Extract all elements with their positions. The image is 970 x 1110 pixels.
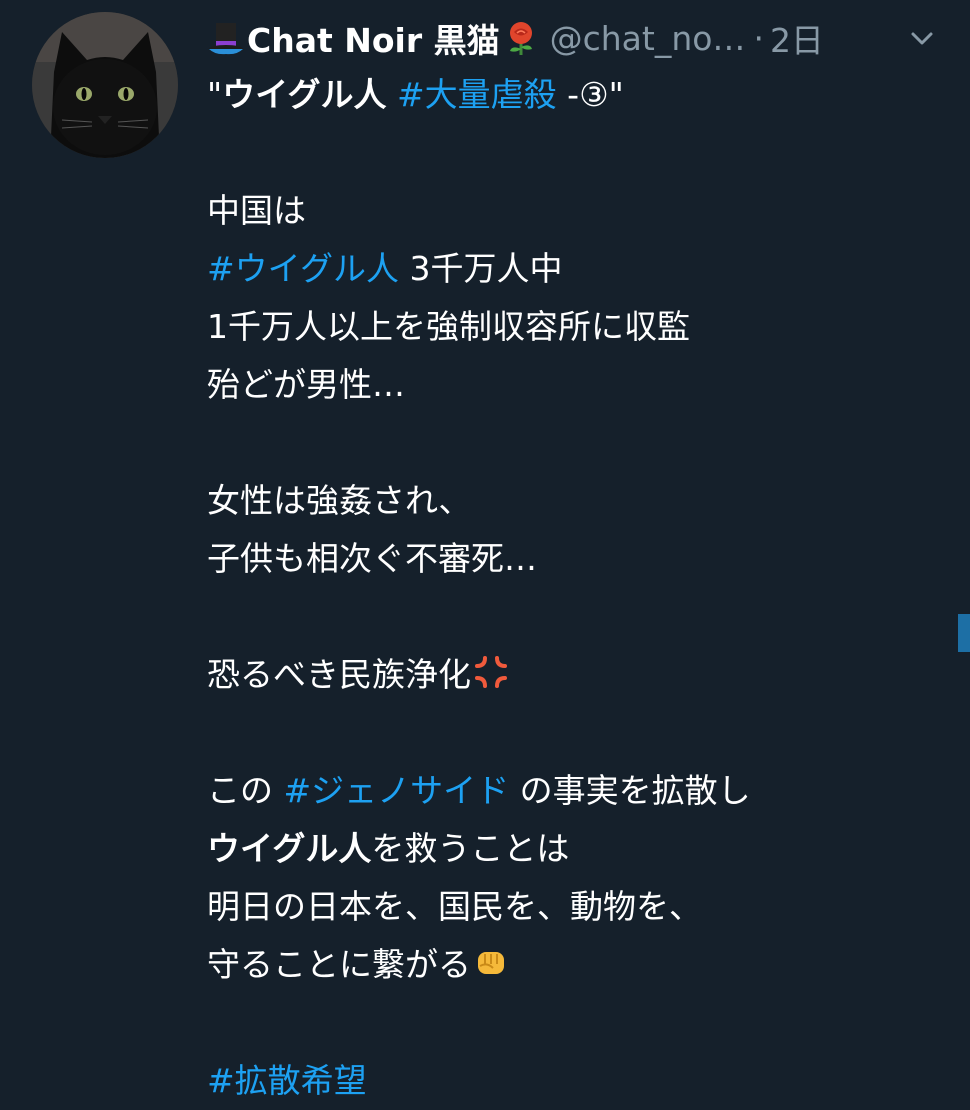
tweet-line: 中国は (207, 191, 306, 230)
tweet-text-span: 恐るべき民族浄化 (207, 655, 471, 694)
chevron-down-icon[interactable] (907, 24, 937, 54)
tweet-text-span: 3千万人中 (399, 249, 563, 288)
tweet-line: この #ジェノサイド の事実を拡散し (207, 762, 947, 820)
bold-text: ウイグル人 (222, 75, 387, 114)
hashtag-link[interactable]: #ウイグル人 (207, 249, 399, 288)
bold-text: ウイグル人 (207, 829, 372, 868)
tweet-text: "ウイグル人 #大量虐殺 -③" 中国は #ウイグル人 3千万人中 1千万人以上… (207, 66, 947, 1110)
tweet-text-span: 守ることに繋がる (207, 945, 471, 984)
tweet-line: 守ることに繋がる (207, 936, 947, 994)
tweet-line: "ウイグル人 #大量虐殺 -③" (207, 66, 947, 124)
tweet-line: 殆どが男性… (207, 365, 405, 404)
hashtag-link[interactable]: #ジェノサイド (284, 771, 510, 810)
tweet-text-span: -③" (556, 75, 624, 114)
tweet-header: Chat Noir 黒猫 @chat_no… · 2日 (207, 14, 947, 62)
handle[interactable]: @chat_no… (550, 19, 746, 58)
tweet-text-span: この (207, 771, 284, 810)
display-name[interactable]: Chat Noir 黒猫 (247, 14, 500, 62)
hashtag-link[interactable]: #大量虐殺 (397, 75, 557, 114)
quote-mark: " (207, 75, 223, 114)
tweet-line: 1千万人以上を強制収容所に収監 (207, 307, 690, 346)
scrollbar-thumb[interactable] (958, 614, 970, 652)
tweet-line: ウイグル人を救うことは (207, 820, 947, 878)
hashtag-link[interactable]: #拡散希望 (207, 1061, 367, 1100)
top-hat-icon (207, 19, 245, 57)
anger-icon (471, 652, 511, 692)
tweet: Chat Noir 黒猫 @chat_no… · 2日 "ウイグル人 #大量虐殺… (0, 0, 970, 1100)
tweet-line: 明日の日本を、国民を、動物を、 (207, 887, 702, 926)
tweet-line: 女性は強姦され、 (207, 481, 472, 520)
timestamp[interactable]: 2日 (770, 14, 824, 62)
tweet-line: #拡散希望 (207, 1052, 947, 1110)
tweet-line: #ウイグル人 3千万人中 (207, 240, 947, 298)
rose-icon (502, 19, 540, 57)
avatar[interactable] (32, 12, 178, 158)
separator: · (753, 18, 764, 58)
tweet-text-span: の事実を拡散し (509, 771, 751, 810)
tweet-text-span: を救うことは (371, 829, 570, 868)
tweet-line: 恐るべき民族浄化 (207, 646, 947, 704)
fist-icon (471, 942, 511, 982)
black-cat-avatar-icon (32, 12, 178, 158)
tweet-line: 子供も相次ぐ不審死… (207, 539, 537, 578)
